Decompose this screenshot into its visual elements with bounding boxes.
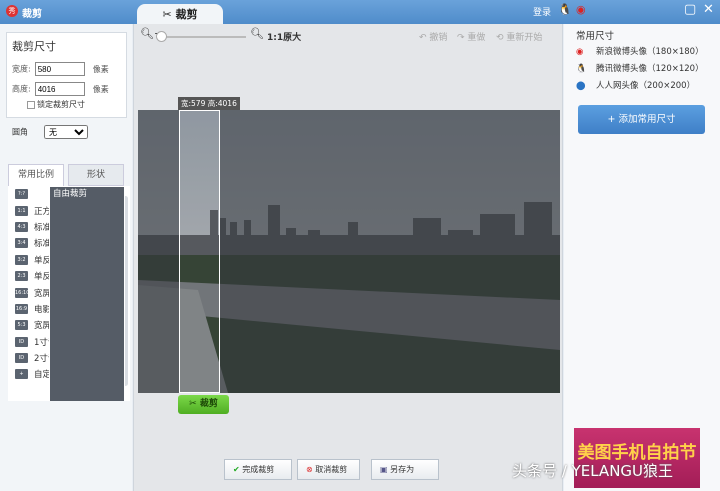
lock-label: 锁定裁剪尺寸 — [37, 100, 85, 109]
close-icon[interactable]: ✕ — [703, 2, 714, 17]
round-corner-row: 圆角 无 — [12, 125, 88, 139]
scissors-icon: ✂ — [189, 399, 200, 409]
dim-left — [138, 110, 179, 393]
ratio-icon: 5:3 — [15, 320, 28, 331]
original-size-button[interactable]: 1:1原大 — [267, 30, 301, 43]
ratio-icon: 3:2 — [15, 254, 28, 265]
redo-button[interactable]: ↷ 重做 — [457, 30, 485, 43]
ratio-icon: 16:10 — [15, 287, 30, 298]
photo-canvas[interactable] — [138, 110, 560, 393]
height-input[interactable] — [34, 82, 85, 96]
round-select[interactable]: 无 — [44, 125, 88, 139]
watermark: 头条号 / YELANGU狼王 — [512, 462, 674, 480]
qq-icon[interactable]: 🐧 — [558, 3, 572, 16]
left-panel: 裁剪尺寸 宽度: 像素 高度: 像素 锁定裁剪尺寸 圆角 无 常用比例 形状 ?:? 自… — [0, 24, 132, 491]
crop-button[interactable]: ✂ 裁剪 — [178, 395, 229, 414]
ratio-icon: 16:9 — [15, 303, 28, 314]
renren-icon: ⬤ — [576, 81, 586, 91]
check-icon: ✔ — [233, 465, 243, 474]
add-preset-button[interactable]: + 添加常用尺寸 — [578, 105, 705, 134]
width-input[interactable] — [34, 62, 85, 76]
right-panel: 常用尺寸 ◉ 新浪微博头像（180×180） 🐧 腾讯微博头像（120×120） ⬤… — [564, 24, 720, 491]
maximize-icon[interactable]: ▢ — [684, 2, 696, 17]
save-icon: ▣ — [380, 465, 391, 474]
ratio-icon: ID — [15, 336, 28, 347]
title-bar: 秀 裁剪 ✂ 裁剪 登录 🐧 ◉ ▢ ✕ — [0, 0, 720, 25]
preset-renren[interactable]: ⬤ 人人网头像（200×200） — [576, 79, 695, 91]
ratio-icon: 3:4 — [15, 238, 28, 249]
qq-icon: 🐧 — [576, 64, 587, 74]
preset-tencent[interactable]: 🐧 腾讯微博头像（120×120） — [576, 62, 704, 74]
tab-crop[interactable]: ✂ 裁剪 — [137, 4, 223, 25]
weibo-icon[interactable]: ◉ — [576, 3, 586, 16]
height-label: 高度: — [12, 84, 31, 94]
done-crop-button[interactable]: ✔ 完成裁剪 — [224, 459, 292, 480]
ratio-item[interactable]: ?:? 自由裁剪 — [8, 186, 130, 401]
plus-icon: + — [607, 114, 619, 125]
app-logo-icon: 秀 — [6, 5, 18, 17]
tab-common-ratio[interactable]: 常用比例 — [8, 164, 64, 186]
cancel-icon: ⊗ — [306, 465, 316, 474]
selection-size-label: 宽:579 高:4016 — [178, 97, 240, 110]
crop-size-box: 裁剪尺寸 宽度: 像素 高度: 像素 锁定裁剪尺寸 — [6, 32, 127, 118]
save-as-button[interactable]: ▣ 另存为 — [371, 459, 439, 480]
login-link[interactable]: 登录 — [533, 5, 551, 18]
ratio-icon: 2:3 — [15, 271, 28, 282]
canvas-area: 🔍︎− 🔍︎ 1:1原大 ↶ 撤销 ↷ 重做 ⟲ 重新开始 宽:579 高:40… — [133, 24, 563, 491]
height-unit: 像素 — [92, 84, 109, 94]
scissors-icon: ✂ — [162, 8, 176, 21]
presets-heading: 常用尺寸 — [576, 31, 615, 42]
weibo-icon: ◉ — [576, 47, 584, 57]
app-title: 裁剪 — [22, 9, 42, 20]
dim-right — [220, 110, 560, 393]
zoom-slider[interactable] — [162, 36, 246, 38]
zoom-in-icon[interactable]: 🔍︎ — [250, 27, 264, 40]
lock-size-checkbox[interactable]: 锁定裁剪尺寸 — [27, 99, 85, 110]
preset-sina[interactable]: ◉ 新浪微博头像（180×180） — [576, 45, 704, 57]
round-label: 圆角 — [12, 127, 28, 137]
ratio-icon: + — [15, 369, 28, 380]
width-label: 宽度: — [12, 64, 31, 74]
tab-shape[interactable]: 形状 — [68, 164, 124, 186]
ratio-list: ?:?自由裁剪1:1正方形4:3标准屏幕3:4标准屏幕（竖）3:2单反相机2:3… — [8, 186, 130, 401]
ratio-icon: 4:3 — [15, 221, 28, 232]
crop-selection[interactable] — [179, 110, 220, 393]
cancel-crop-button[interactable]: ⊗ 取消裁剪 — [297, 459, 360, 480]
ratio-icon: ?:? — [15, 189, 28, 200]
width-unit: 像素 — [92, 64, 109, 74]
restart-button[interactable]: ⟲ 重新开始 — [496, 30, 542, 43]
ratio-icon: ID — [15, 353, 28, 364]
crop-size-heading: 裁剪尺寸 — [12, 40, 56, 53]
ratio-label: 自由裁剪 — [49, 186, 125, 401]
undo-button[interactable]: ↶ 撤销 — [419, 30, 447, 43]
ratio-icon: 1:1 — [15, 205, 28, 216]
zoom-slider-knob[interactable] — [156, 31, 167, 42]
